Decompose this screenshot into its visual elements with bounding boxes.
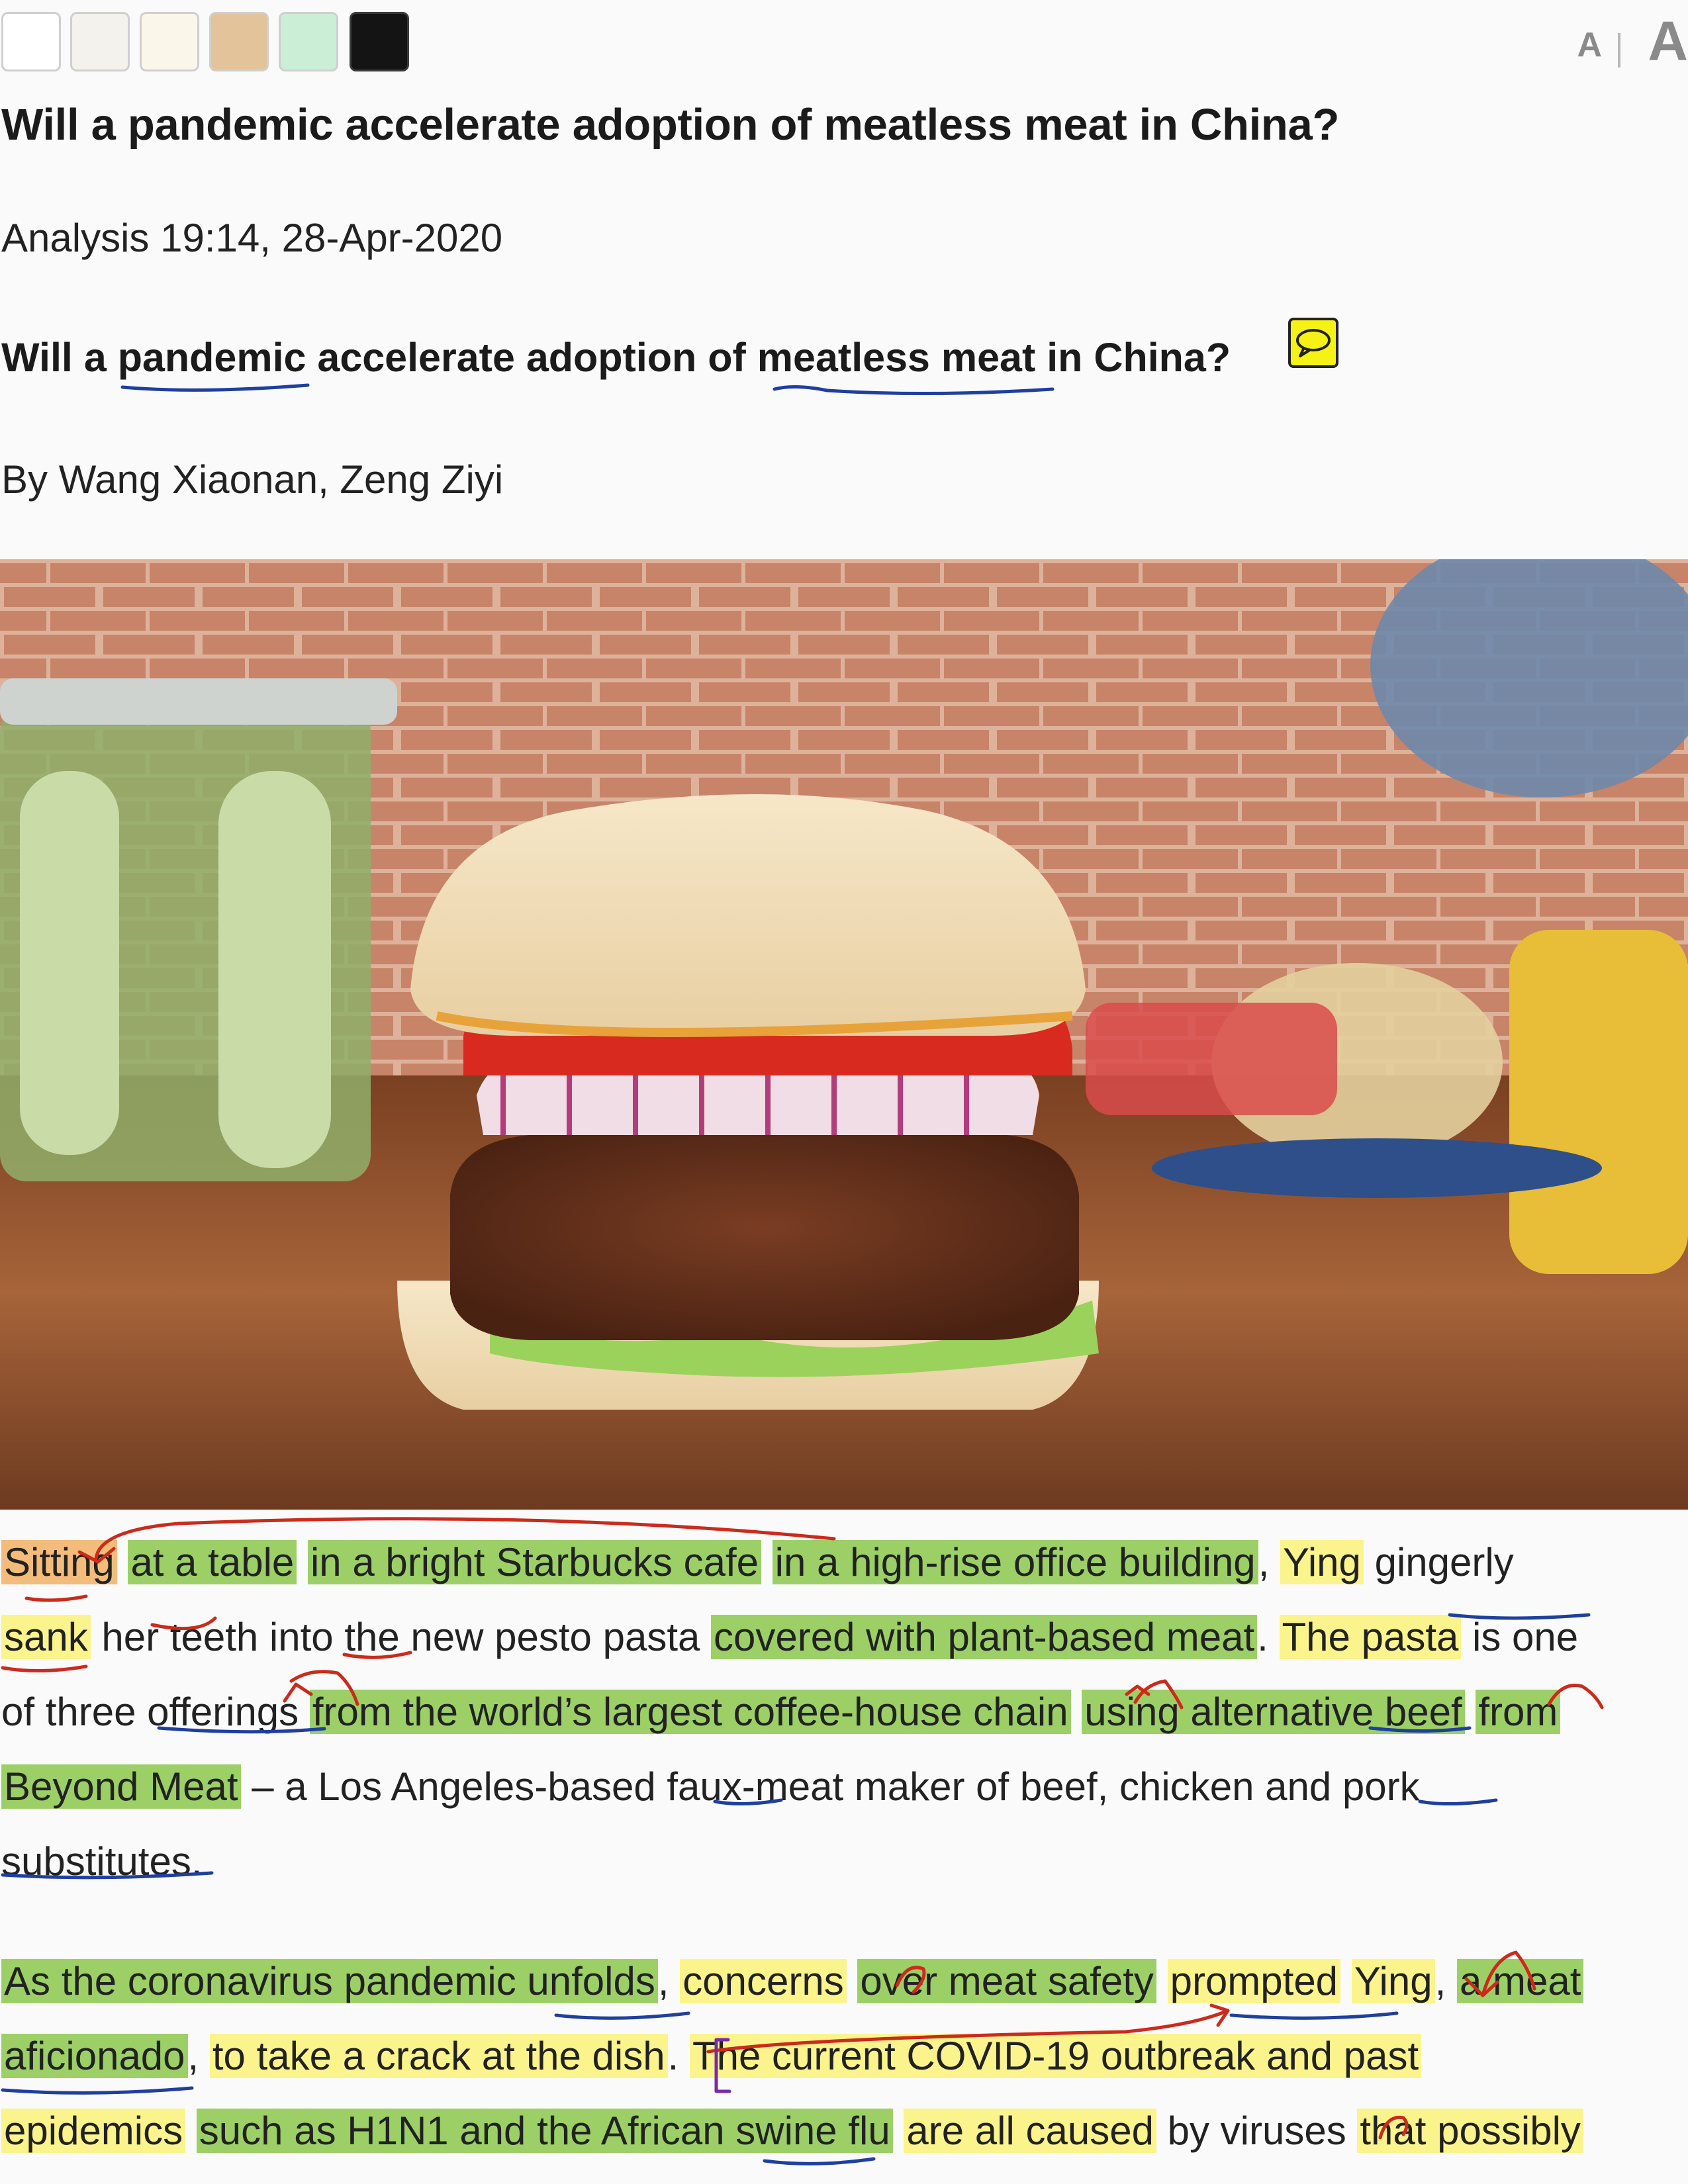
highlight-green[interactable]: aficionado <box>1 2034 188 2078</box>
theme-swatch-cream[interactable] <box>140 12 199 71</box>
text-run: , <box>1258 1540 1281 1584</box>
highlight-yellow[interactable]: prompted <box>1167 1959 1341 2003</box>
text-run: is one <box>1461 1615 1579 1659</box>
underline-mark <box>773 385 1055 396</box>
font-decrease-button[interactable]: A <box>1577 25 1602 65</box>
highlight-yellow[interactable]: The pasta <box>1279 1615 1462 1659</box>
text-run <box>1465 1690 1476 1734</box>
theme-swatch-mint[interactable] <box>279 12 338 71</box>
highlight-green[interactable]: at a table <box>128 1540 297 1584</box>
text-run <box>1340 1959 1352 2003</box>
highlight-yellow[interactable]: The current COVID-19 outbreak and past <box>689 2034 1422 2078</box>
highlight-green[interactable]: in a high-rise office building <box>772 1540 1258 1584</box>
theme-swatch-paper[interactable] <box>70 12 130 71</box>
highlight-green[interactable]: covered with plant-based meat <box>711 1615 1258 1659</box>
text-run: , <box>187 2034 210 2078</box>
subtitle-text: accelerate adoption of <box>306 335 757 380</box>
text-run: of three offerings <box>1 1690 310 1734</box>
highlight-yellow[interactable]: Ying <box>1351 1959 1435 2003</box>
article-byline: By Wang Xiaonan, Zeng Ziyi <box>1 457 504 502</box>
highlight-green[interactable]: Beyond Meat <box>1 1764 241 1809</box>
subtitle-word-pandemic: pandemic <box>117 335 306 380</box>
highlight-yellow[interactable]: Ying <box>1280 1540 1364 1584</box>
text-run <box>1071 1690 1082 1734</box>
highlight-yellow[interactable]: to take a crack at the dish <box>209 2034 668 2078</box>
text-run <box>1156 1959 1168 2003</box>
highlight-green[interactable]: using alternative beef <box>1082 1690 1465 1734</box>
theme-swatch-tan[interactable] <box>209 12 269 71</box>
highlight-green[interactable]: such as H1N1 and the African swine flu <box>196 2109 893 2153</box>
text-run: . <box>1257 1615 1280 1659</box>
text-run: , <box>657 1959 680 2003</box>
article-body: Sitting at a table in a bright Starbucks… <box>0 1535 1688 2184</box>
paragraph-line: Beyond Meat – a Los Angeles-based faux-m… <box>1 1760 1420 1819</box>
text-run: substitutes. <box>1 1839 203 1884</box>
theme-swatch-white[interactable] <box>1 12 61 71</box>
text-run: by viruses <box>1156 2109 1358 2153</box>
paragraph-line: aficionado, to take a crack at the dish.… <box>1 2029 1422 2089</box>
paragraph-line: Sitting at a table in a bright Starbucks… <box>1 1535 1514 1595</box>
text-run: – a Los Angeles-based faux-meat maker of… <box>240 1764 1420 1809</box>
highlight-green[interactable]: from <box>1476 1690 1561 1734</box>
subtitle-text: Will a <box>1 335 118 380</box>
highlight-yellow[interactable]: sank <box>1 1615 91 1659</box>
text-run: . <box>667 2034 690 2078</box>
paragraph-line: epidemics such as H1N1 and the African s… <box>1 2104 1583 2163</box>
paragraph-line: As the coronavirus pandemic unfolds, con… <box>1 1954 1584 2014</box>
subtitle-text: in China? <box>1035 335 1231 380</box>
highlight-yellow[interactable]: epidemics <box>1 2109 186 2153</box>
text-run: her teeth into the new pesto pasta <box>90 1615 712 1659</box>
subtitle-word-meatless-meat: meatless meat <box>757 335 1036 380</box>
highlight-yellow[interactable]: that possibly <box>1357 2109 1583 2153</box>
theme-swatch-black[interactable] <box>350 12 409 71</box>
article-meta: Analysis 19:14, 28-Apr-2020 <box>1 216 503 260</box>
article-subtitle: Will a pandemic accelerate adoption of m… <box>1 334 1231 381</box>
highlight-yellow[interactable]: are all caused <box>904 2109 1156 2153</box>
text-run <box>117 1540 128 1584</box>
highlight-green[interactable]: in a bright Starbucks cafe <box>307 1540 761 1584</box>
paragraph-line: sank her teeth into the new pesto pasta … <box>1 1610 1578 1670</box>
highlight-yellow[interactable]: concerns <box>680 1959 847 2003</box>
text-run: , <box>1434 1959 1457 2003</box>
highlight-green[interactable]: from the world’s largest coffee-house ch… <box>309 1690 1071 1734</box>
text-run <box>847 1959 858 2003</box>
text-run <box>185 2109 197 2153</box>
article-title: Will a pandemic accelerate adoption of m… <box>1 100 1340 150</box>
highlight-green[interactable]: over meat safety <box>857 1959 1156 2003</box>
paragraph-line: substitutes. <box>1 1835 203 1894</box>
text-run: gingerly <box>1363 1540 1514 1584</box>
paragraph-line: of three offerings from the world’s larg… <box>1 1685 1561 1745</box>
highlight-orange[interactable]: Sitting <box>1 1540 117 1584</box>
comment-note-icon[interactable] <box>1288 318 1338 368</box>
text-run <box>761 1540 773 1584</box>
highlight-green[interactable]: As the coronavirus pandemic unfolds <box>1 1959 658 2003</box>
underline-mark <box>120 383 310 392</box>
text-run <box>893 2109 904 2153</box>
reader-toolbar: A A <box>0 9 1688 73</box>
font-size-divider <box>1618 33 1620 68</box>
text-run <box>297 1540 308 1584</box>
hero-image-burger <box>0 559 1688 1510</box>
highlight-green[interactable]: a meat <box>1456 1959 1584 2003</box>
font-increase-button[interactable]: A <box>1648 9 1688 73</box>
